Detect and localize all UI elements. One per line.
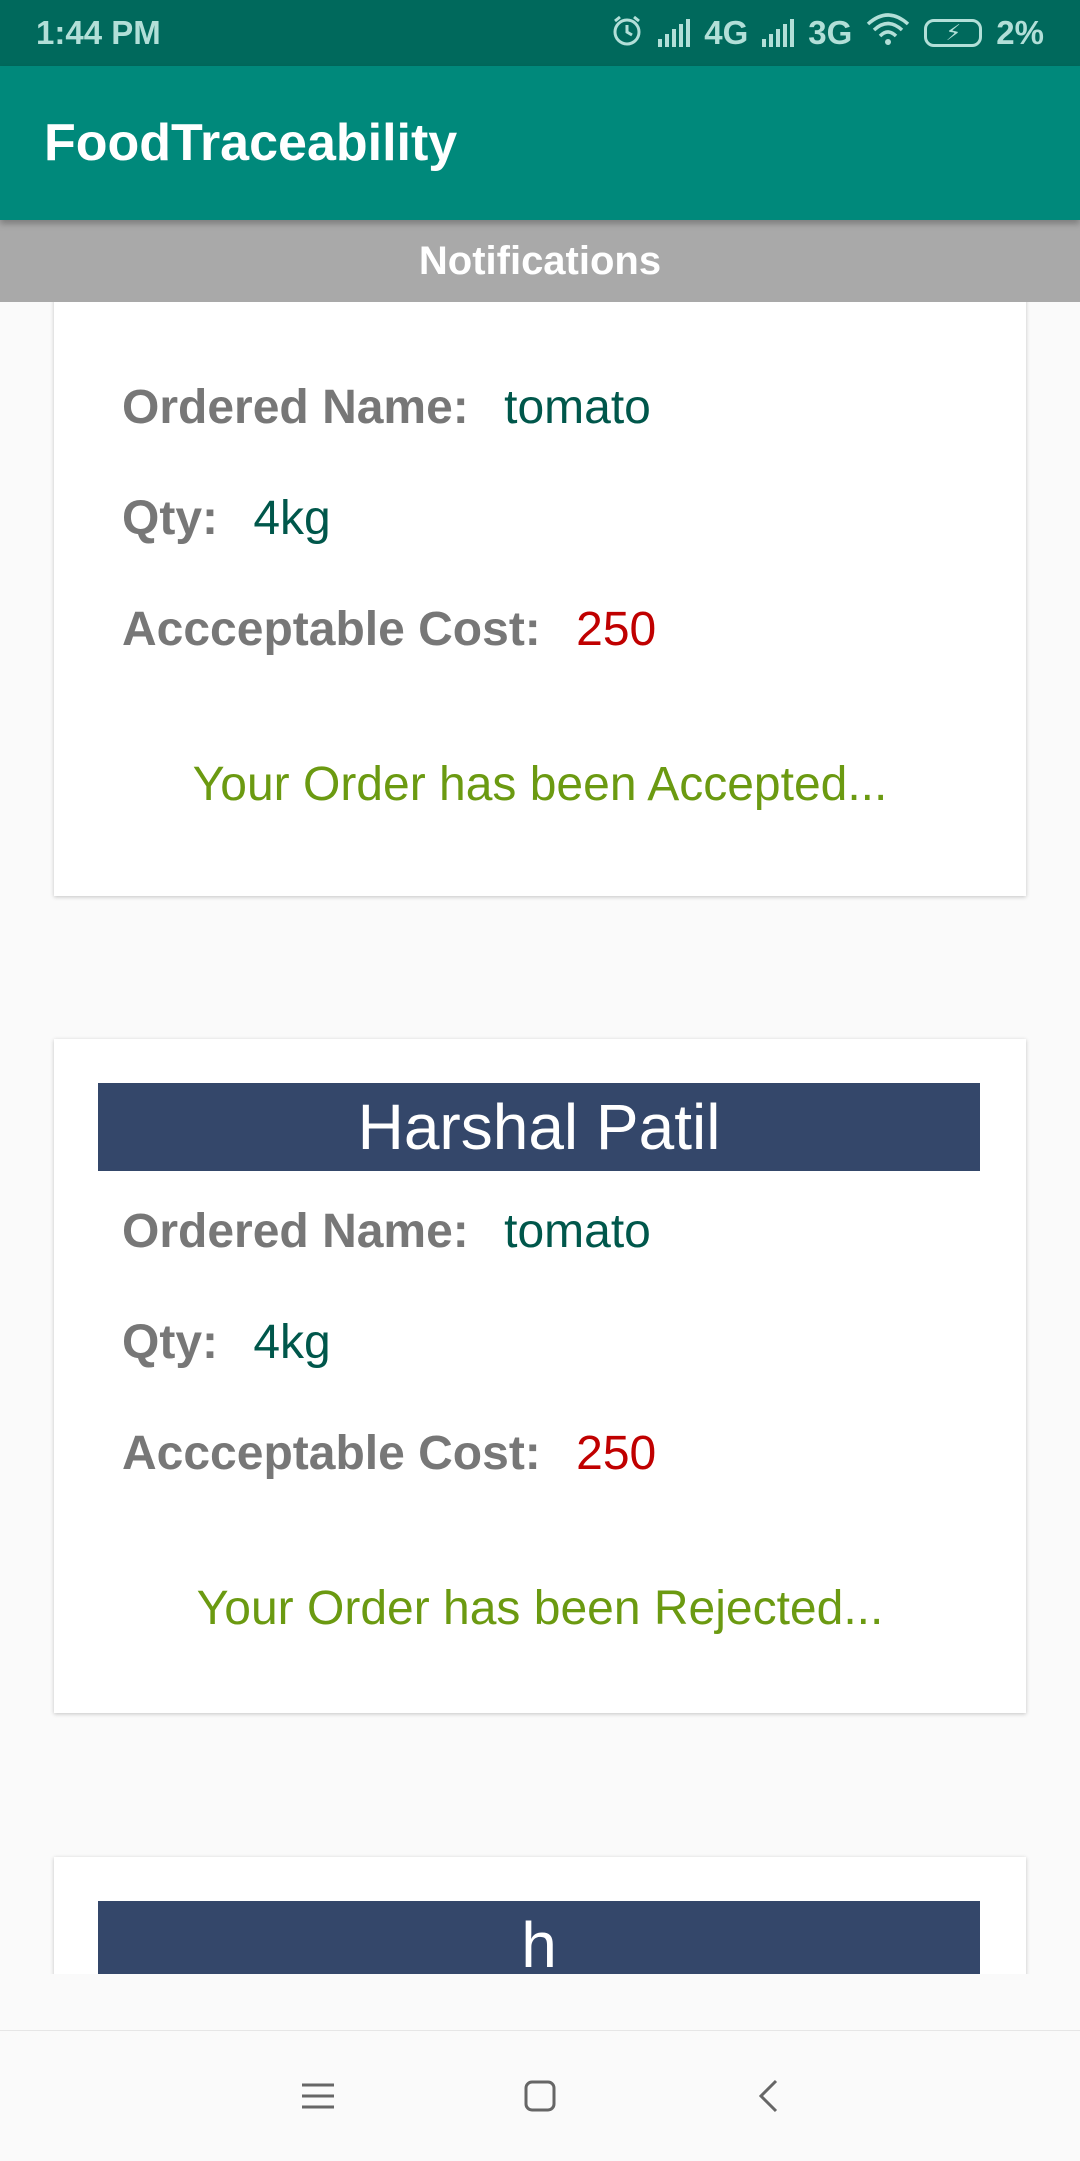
app-title: FoodTraceability xyxy=(44,114,458,172)
signal-icon xyxy=(762,19,795,47)
home-icon[interactable] xyxy=(480,2031,600,2161)
notification-card[interactable]: h xyxy=(54,1857,1026,1974)
cost-value: 250 xyxy=(576,603,657,656)
notifications-header: Notifications xyxy=(0,220,1080,302)
ordered-name-value: tomato xyxy=(504,1205,651,1258)
alarm-icon xyxy=(610,14,644,53)
qty-label: Qty: xyxy=(122,492,218,545)
ordered-name-row: Ordered Name: tomato xyxy=(122,1204,651,1259)
notifications-list[interactable]: Ordered Name: tomato Qty: 4kg Accceptabl… xyxy=(0,302,1080,1974)
signal-icon xyxy=(658,19,691,47)
order-status-message: Your Order has been Accepted... xyxy=(192,758,888,811)
cost-value: 250 xyxy=(576,1427,657,1480)
status-icons: 4G 3G ⚡ 2% xyxy=(610,12,1044,54)
app-bar: FoodTraceability xyxy=(0,66,1080,220)
notification-card[interactable]: Ordered Name: tomato Qty: 4kg Accceptabl… xyxy=(54,302,1026,896)
customer-name-banner: Harshal Patil xyxy=(98,1083,980,1171)
qty-value: 4kg xyxy=(253,1316,331,1369)
qty-row: Qty: 4kg xyxy=(122,1315,331,1370)
customer-name-banner: h xyxy=(98,1901,980,1974)
notification-card[interactable]: Harshal Patil Ordered Name: tomato Qty: … xyxy=(54,1039,1026,1713)
cost-label: Accceptable Cost: xyxy=(122,603,541,656)
system-nav-bar xyxy=(0,2030,1080,2161)
cost-row: Accceptable Cost: 250 xyxy=(122,602,656,657)
order-status-message: Your Order has been Rejected... xyxy=(196,1582,884,1635)
battery-charging-icon: ⚡ xyxy=(924,19,983,47)
qty-label: Qty: xyxy=(122,1316,218,1369)
back-icon[interactable] xyxy=(708,2031,828,2161)
network-type-2: 3G xyxy=(808,14,853,51)
menu-icon[interactable] xyxy=(258,2031,378,2161)
ordered-name-label: Ordered Name: xyxy=(122,1205,469,1258)
status-time: 1:44 PM xyxy=(36,14,161,51)
ordered-name-row: Ordered Name: tomato xyxy=(122,380,651,435)
qty-value: 4kg xyxy=(253,492,331,545)
ordered-name-label: Ordered Name: xyxy=(122,381,469,434)
status-bar: 1:44 PM 4G 3G ⚡ 2% xyxy=(0,0,1080,66)
cost-label: Accceptable Cost: xyxy=(122,1427,541,1480)
battery-level: 2% xyxy=(996,14,1044,51)
wifi-icon xyxy=(866,12,910,54)
cost-row: Accceptable Cost: 250 xyxy=(122,1426,656,1481)
network-type-1: 4G xyxy=(704,14,749,51)
qty-row: Qty: 4kg xyxy=(122,491,331,546)
notifications-title: Notifications xyxy=(418,238,662,283)
ordered-name-value: tomato xyxy=(504,381,651,434)
